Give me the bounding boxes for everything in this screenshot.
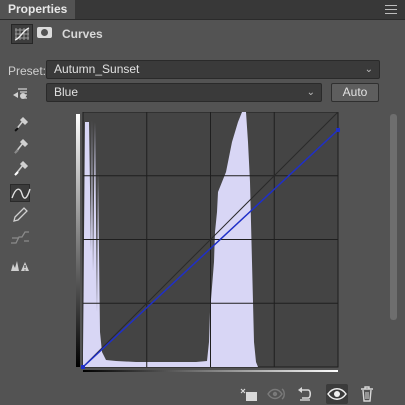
adjustment-title: Curves <box>62 27 103 41</box>
draw-pencil-icon[interactable] <box>10 206 30 224</box>
panel-scrollbar[interactable] <box>390 114 397 320</box>
white-point-eyedropper-icon[interactable] <box>10 159 30 177</box>
curve-point-white[interactable] <box>336 128 340 132</box>
properties-tab[interactable]: Properties <box>0 0 76 19</box>
edit-points-curve-icon[interactable] <box>10 184 31 202</box>
panel-tab-bar: Properties <box>0 0 405 20</box>
chevron-down-icon: ⌄ <box>306 87 315 98</box>
smooth-curve-icon[interactable] <box>10 229 30 247</box>
black-point-eyedropper-icon[interactable] <box>10 115 30 133</box>
curves-adjustment-icon[interactable] <box>11 24 33 44</box>
channel-value: Blue <box>54 85 79 99</box>
view-previous-state-icon[interactable] <box>266 384 288 404</box>
layer-mask-icon[interactable] <box>35 24 55 42</box>
curve-point-black[interactable] <box>81 365 85 369</box>
preset-select[interactable]: Autumn_Sunset ⌄ <box>46 60 380 79</box>
clipping-warning-icon[interactable] <box>10 257 30 275</box>
chevron-down-icon: ⌄ <box>364 64 373 75</box>
clip-to-layer-icon[interactable] <box>238 384 260 404</box>
input-gradient-bar <box>83 370 338 372</box>
trash-icon[interactable] <box>356 384 378 404</box>
hamburger-menu-icon[interactable] <box>385 5 397 14</box>
channel-select[interactable]: Blue ⌄ <box>46 83 322 102</box>
gray-point-eyedropper-icon[interactable] <box>10 137 30 155</box>
preset-label: Preset: <box>8 64 47 78</box>
curves-graph[interactable] <box>76 112 340 372</box>
reset-icon[interactable] <box>294 384 316 404</box>
auto-button[interactable]: Auto <box>331 83 379 102</box>
on-image-adjust-icon[interactable] <box>10 86 30 104</box>
output-gradient-bar <box>76 114 80 367</box>
preset-value: Autumn_Sunset <box>54 62 140 76</box>
visibility-eye-icon[interactable] <box>326 384 348 404</box>
properties-footer <box>0 382 405 405</box>
